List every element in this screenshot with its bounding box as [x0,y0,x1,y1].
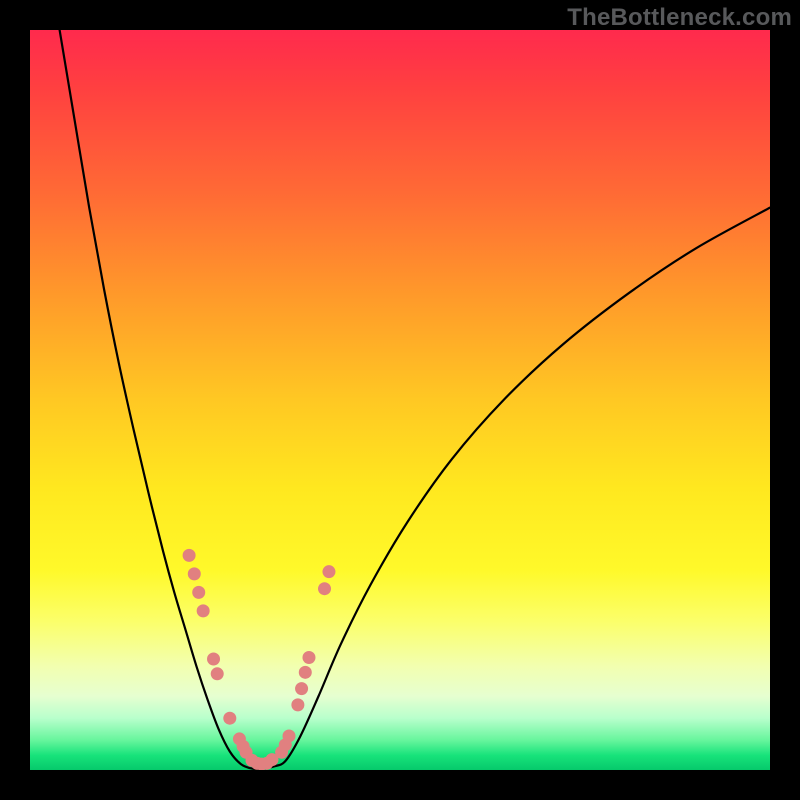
data-point [322,565,335,578]
data-point [302,651,315,664]
data-point [291,698,304,711]
data-point [295,682,308,695]
data-point [223,712,236,725]
plot-area [30,30,770,770]
data-point [318,582,331,595]
data-point [207,653,220,666]
data-point [299,666,312,679]
data-point [283,729,296,742]
watermark-text: TheBottleneck.com [567,4,792,32]
data-markers [183,549,336,770]
data-point [183,549,196,562]
data-point [211,667,224,680]
bottleneck-curve [60,30,770,769]
curve-svg [30,30,770,770]
data-point [197,604,210,617]
data-point [188,567,201,580]
chart-frame: TheBottleneck.com [0,0,800,800]
data-point [192,586,205,599]
